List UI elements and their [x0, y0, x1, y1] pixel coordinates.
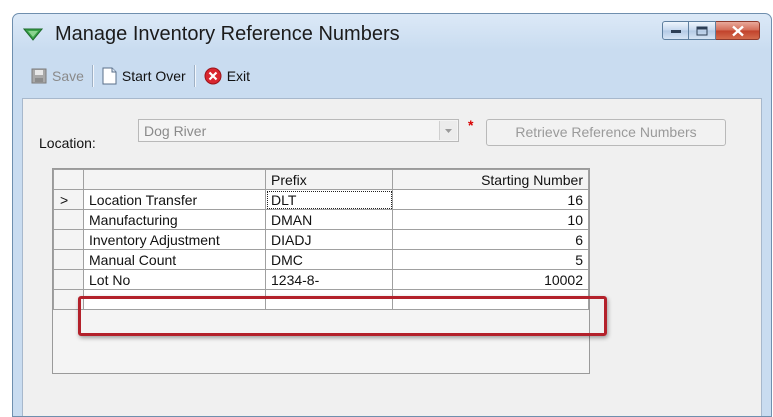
starting-number-cell[interactable]: 10002: [392, 269, 589, 290]
exit-button[interactable]: Exit: [200, 63, 254, 89]
chevron-down-icon: [445, 129, 452, 133]
row-header-corner: [53, 169, 84, 190]
starting-number-cell[interactable]: 10: [392, 209, 589, 230]
new-document-icon: [102, 67, 117, 85]
type-cell[interactable]: Manufacturing: [83, 209, 266, 230]
save-button[interactable]: Save: [27, 63, 88, 89]
dropdown-arrow-button[interactable]: [439, 121, 457, 140]
table-row[interactable]: Lot No 1234-8- 10002: [53, 269, 589, 290]
window-controls: [662, 21, 760, 42]
type-cell[interactable]: Location Transfer: [83, 189, 266, 210]
row-indicator[interactable]: [53, 209, 84, 230]
prefix-cell[interactable]: DMAN: [265, 209, 393, 230]
column-header-type[interactable]: [83, 169, 266, 190]
type-cell[interactable]: Lot No: [83, 269, 266, 290]
prefix-cell[interactable]: 1234-8-: [265, 269, 393, 290]
table-row[interactable]: Inventory Adjustment DIADJ 6: [53, 229, 589, 250]
floppy-disk-icon: [31, 68, 47, 84]
close-icon: [731, 25, 744, 36]
starting-number-cell[interactable]: 6: [392, 229, 589, 250]
window-title: Manage Inventory Reference Numbers: [55, 23, 400, 45]
exit-icon: [204, 67, 222, 85]
grid-header-row: Prefix Starting Number: [53, 169, 589, 190]
starting-number-cell[interactable]: 5: [392, 249, 589, 270]
table-row[interactable]: Manual Count DMC 5: [53, 249, 589, 270]
table-row[interactable]: > Location Transfer DLT 16: [53, 189, 589, 210]
maximize-button[interactable]: [689, 21, 716, 40]
starting-number-cell[interactable]: 16: [392, 189, 589, 210]
location-value: Dog River: [144, 123, 207, 139]
minimize-icon: [670, 29, 681, 33]
type-cell[interactable]: Manual Count: [83, 249, 266, 270]
prefix-cell[interactable]: DMC: [265, 249, 393, 270]
highlight-annotation: [78, 296, 607, 336]
required-marker: *: [468, 117, 474, 133]
exit-label: Exit: [226, 68, 251, 84]
save-label: Save: [52, 68, 84, 84]
minimize-button[interactable]: [662, 21, 689, 40]
location-dropdown[interactable]: Dog River: [138, 119, 459, 142]
toolbar: Save Start Over Exit: [27, 62, 254, 90]
location-label: Location:: [39, 135, 96, 151]
table-row[interactable]: Manufacturing DMAN 10: [53, 209, 589, 230]
column-header-starting-number[interactable]: Starting Number: [392, 169, 589, 190]
green-triangle-icon: [23, 28, 43, 41]
maximize-icon: [696, 26, 708, 35]
reference-numbers-grid[interactable]: Prefix Starting Number > Location Transf…: [52, 168, 590, 374]
row-indicator[interactable]: [53, 249, 84, 270]
row-indicator[interactable]: [53, 229, 84, 250]
title-bar[interactable]: Manage Inventory Reference Numbers: [13, 14, 771, 52]
toolbar-separator: [91, 65, 94, 87]
prefix-cell[interactable]: DIADJ: [265, 229, 393, 250]
type-cell[interactable]: Inventory Adjustment: [83, 229, 266, 250]
start-over-button[interactable]: Start Over: [98, 63, 190, 89]
close-button[interactable]: [716, 21, 760, 40]
toolbar-separator: [193, 65, 196, 87]
row-indicator[interactable]: >: [53, 189, 84, 210]
start-over-label: Start Over: [121, 68, 186, 84]
column-header-prefix[interactable]: Prefix: [265, 169, 393, 190]
row-indicator[interactable]: [53, 269, 84, 290]
retrieve-reference-numbers-button[interactable]: Retrieve Reference Numbers: [486, 119, 726, 146]
prefix-cell[interactable]: DLT: [265, 189, 393, 210]
